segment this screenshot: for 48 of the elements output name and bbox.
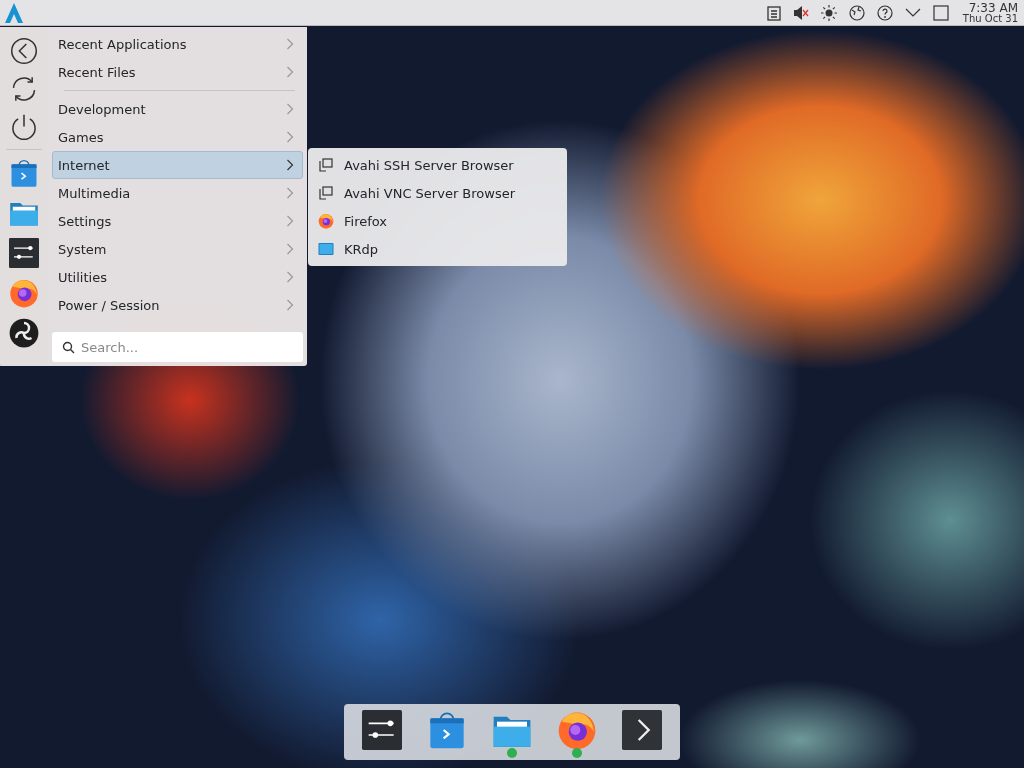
back-arrow-circle-icon[interactable] xyxy=(9,37,38,65)
clock-date[interactable]: Thu Oct 31 xyxy=(962,13,1018,24)
search-field[interactable]: Search... xyxy=(52,332,303,362)
search-icon xyxy=(62,341,75,354)
clipboard-icon[interactable] xyxy=(766,4,781,21)
menu-category[interactable]: Development xyxy=(52,95,303,123)
monitor-icon xyxy=(318,241,334,257)
submenu-item[interactable]: KRdp xyxy=(312,235,563,263)
monitor-network-icon xyxy=(318,185,334,201)
menu-category[interactable]: Internet xyxy=(52,151,303,179)
chevron-right-icon xyxy=(286,103,294,115)
help-circle-icon[interactable] xyxy=(876,4,893,21)
chevron-right-icon xyxy=(286,159,294,171)
desktop-square-icon[interactable] xyxy=(932,4,949,21)
chevron-right-icon xyxy=(286,299,294,311)
fox-globe-icon[interactable] xyxy=(556,710,597,750)
menu-category[interactable]: Games xyxy=(52,123,303,151)
menu-category[interactable]: Power / Session xyxy=(52,291,303,319)
submenu-item[interactable]: Avahi SSH Server Browser xyxy=(312,151,563,179)
menu-category[interactable]: Multimedia xyxy=(52,179,303,207)
menu-category[interactable]: Utilities xyxy=(52,263,303,291)
chevron-down-icon[interactable] xyxy=(904,7,921,18)
chevron-right-icon xyxy=(286,187,294,199)
chevron-right-icon xyxy=(286,215,294,227)
launcher-logo-icon[interactable] xyxy=(4,1,24,24)
menu-category[interactable]: Settings xyxy=(52,207,303,235)
chevron-right-icon xyxy=(286,66,294,78)
chevron-right-icon xyxy=(286,271,294,283)
clock-time[interactable]: 7:33 AM xyxy=(968,1,1018,14)
globe-icon[interactable] xyxy=(848,4,865,21)
menu-category[interactable]: Recent Files xyxy=(52,58,303,86)
chevron-right-icon xyxy=(286,131,294,143)
fox-globe-icon[interactable] xyxy=(8,278,39,308)
menu-category[interactable]: Recent Applications xyxy=(52,30,303,58)
speaker-muted-icon[interactable] xyxy=(792,4,809,21)
chevron-right-icon xyxy=(286,38,294,50)
submenu-item[interactable]: Firefox xyxy=(312,207,563,235)
sliders-icon[interactable] xyxy=(362,710,403,750)
sliders-icon[interactable] xyxy=(8,238,39,268)
menu-category[interactable]: System xyxy=(52,235,303,263)
brightness-icon[interactable] xyxy=(820,4,837,21)
three-blade-circle-icon[interactable] xyxy=(8,318,39,348)
monitor-network-icon xyxy=(318,157,334,173)
power-icon[interactable] xyxy=(9,113,38,141)
chevron-tile-icon[interactable] xyxy=(621,710,662,750)
fox-globe-icon[interactable] xyxy=(318,213,334,229)
chevron-right-icon xyxy=(286,243,294,255)
submenu-item[interactable]: Avahi VNC Server Browser xyxy=(312,179,563,207)
